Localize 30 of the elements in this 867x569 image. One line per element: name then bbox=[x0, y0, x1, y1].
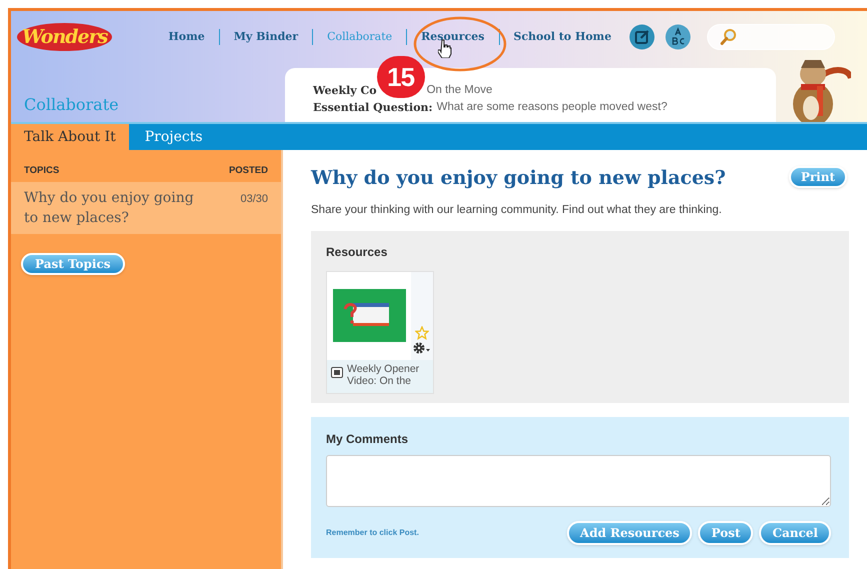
topic-title: Why do you enjoy going to new places? bbox=[24, 189, 195, 228]
column-header: TOPICS bbox=[24, 164, 60, 178]
post-reminder: Remember to click Post. bbox=[326, 526, 419, 539]
section-title: Collaborate bbox=[24, 94, 119, 116]
resource-card[interactable]: Weekly Opener Video: On the bbox=[326, 270, 434, 394]
resource-title: Weekly Opener Video: On the bbox=[347, 362, 420, 387]
concept-label: Weekly Co bbox=[313, 83, 377, 99]
comment-action-button[interactable]: Cancel bbox=[759, 520, 831, 545]
tab[interactable]: Talk About It bbox=[11, 124, 129, 150]
nav-link[interactable]: Collaborate bbox=[327, 28, 392, 46]
concept-value: On the Move bbox=[426, 83, 492, 98]
tab[interactable]: Projects bbox=[128, 124, 219, 150]
nav-link[interactable]: Home bbox=[168, 28, 205, 46]
topic-row[interactable]: Why do you enjoy going to new places? 03/30 bbox=[11, 182, 281, 234]
question-label: Essential Question: bbox=[313, 100, 433, 116]
print-button[interactable]: Print bbox=[788, 166, 847, 188]
nav-link[interactable]: School to Home bbox=[514, 28, 612, 46]
comments-heading: My Comments bbox=[326, 430, 410, 448]
posted-date: 03/30 bbox=[240, 192, 268, 208]
step-number-badge: 15 bbox=[376, 56, 425, 98]
past-topics-button[interactable]: Past Topics bbox=[21, 253, 125, 276]
logo[interactable]: Wonders bbox=[17, 23, 112, 51]
topic-title: Why do you enjoy going to new places? bbox=[311, 166, 726, 191]
comment-action-button[interactable]: Add Resources bbox=[567, 520, 692, 545]
resources-heading: Resources bbox=[326, 244, 388, 261]
comment-action-button[interactable]: Post bbox=[698, 520, 754, 545]
column-header: POSTED bbox=[228, 164, 268, 178]
question-value: What are some reasons people moved west? bbox=[436, 100, 668, 115]
nav-link[interactable]: My Binder bbox=[234, 28, 298, 46]
topic-description: Share your thinking with our learning community. Find out what they are thinking. bbox=[311, 202, 723, 218]
